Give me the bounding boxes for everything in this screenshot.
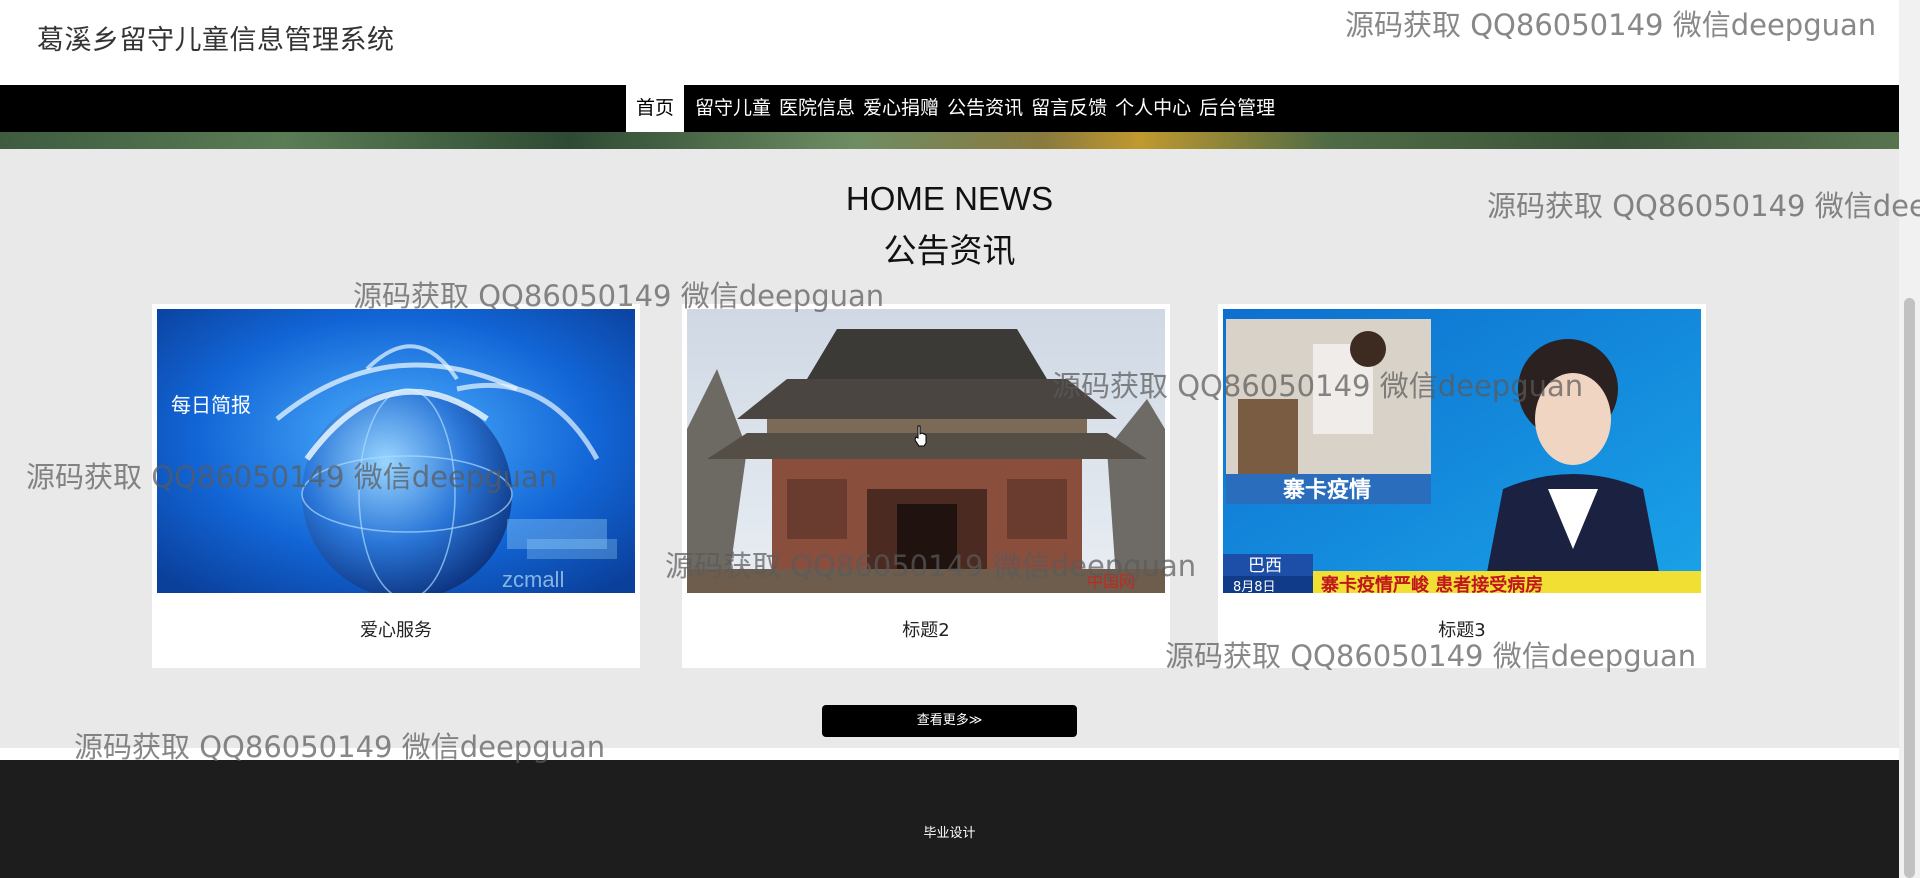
nav-item-profile[interactable]: 个人中心 [1112,85,1194,132]
footer: 毕业设计 [0,760,1899,878]
image-banner-text: 巴西 [1248,556,1282,576]
nav-item-home[interactable]: 首页 [626,85,685,132]
news-card-title[interactable]: 标题3 [1218,616,1706,642]
news-card-image[interactable]: 每日简报 zcmall [157,309,635,593]
nav-items: 首页 留守儿童 医院信息 爱心捐赠 公告资讯 留言反馈 个人中心 后台管理 [626,85,1278,132]
news-card[interactable]: 中国网 标题2 [682,304,1170,668]
footer-text: 毕业设计 [923,826,976,841]
header: 葛溪乡留守儿童信息管理系统 [0,0,1899,85]
view-more-button[interactable]: 查看更多≫ [822,705,1077,737]
nav-item-feedback[interactable]: 留言反馈 [1028,85,1110,132]
main-nav: 首页 留守儿童 医院信息 爱心捐赠 公告资讯 留言反馈 个人中心 后台管理 [0,85,1899,132]
image-logo: 中国网 [1087,572,1135,591]
news-card-image[interactable]: 寨卡疫情 巴西 8月8日 寨卡疫情严峻 患者接受病房 [1223,309,1701,593]
footer-divider [0,748,1899,760]
nav-item-news[interactable]: 公告资讯 [944,85,1026,132]
image-logo: zcmall [502,567,564,592]
nav-item-admin[interactable]: 后台管理 [1196,85,1278,132]
site-title: 葛溪乡留守儿童信息管理系统 [37,25,395,56]
scrollbar-thumb[interactable] [1904,298,1915,878]
news-card-title[interactable]: 标题2 [682,616,1170,642]
section-title-en: HOME NEWS [845,180,1054,217]
news-card[interactable]: 寨卡疫情 巴西 8月8日 寨卡疫情严峻 患者接受病房 标题3 [1218,304,1706,668]
section-title-zh: 公告资讯 [883,231,1016,270]
image-banner-text: 8月8日 [1233,580,1276,593]
nav-item-hospital[interactable]: 医院信息 [776,85,858,132]
image-banner-text: 寨卡疫情 [1282,477,1371,503]
nav-item-donation[interactable]: 爱心捐赠 [860,85,942,132]
news-card-image-overlay-text: 每日简报 [171,393,251,417]
news-card[interactable]: 每日简报 zcmall 爱心服务 [152,304,640,668]
banner-image [0,132,1899,149]
nav-item-children[interactable]: 留守儿童 [692,85,774,132]
scrollbar[interactable] [1899,0,1920,878]
page: 葛溪乡留守儿童信息管理系统 首页 留守儿童 医院信息 爱心捐赠 公告资讯 留言反… [0,0,1920,878]
news-card-title[interactable]: 爱心服务 [152,616,640,642]
image-banner-text: 寨卡疫情严峻 患者接受病房 [1321,574,1543,593]
news-card-image[interactable]: 中国网 [687,309,1165,593]
mouse-pointer-icon [914,425,927,447]
